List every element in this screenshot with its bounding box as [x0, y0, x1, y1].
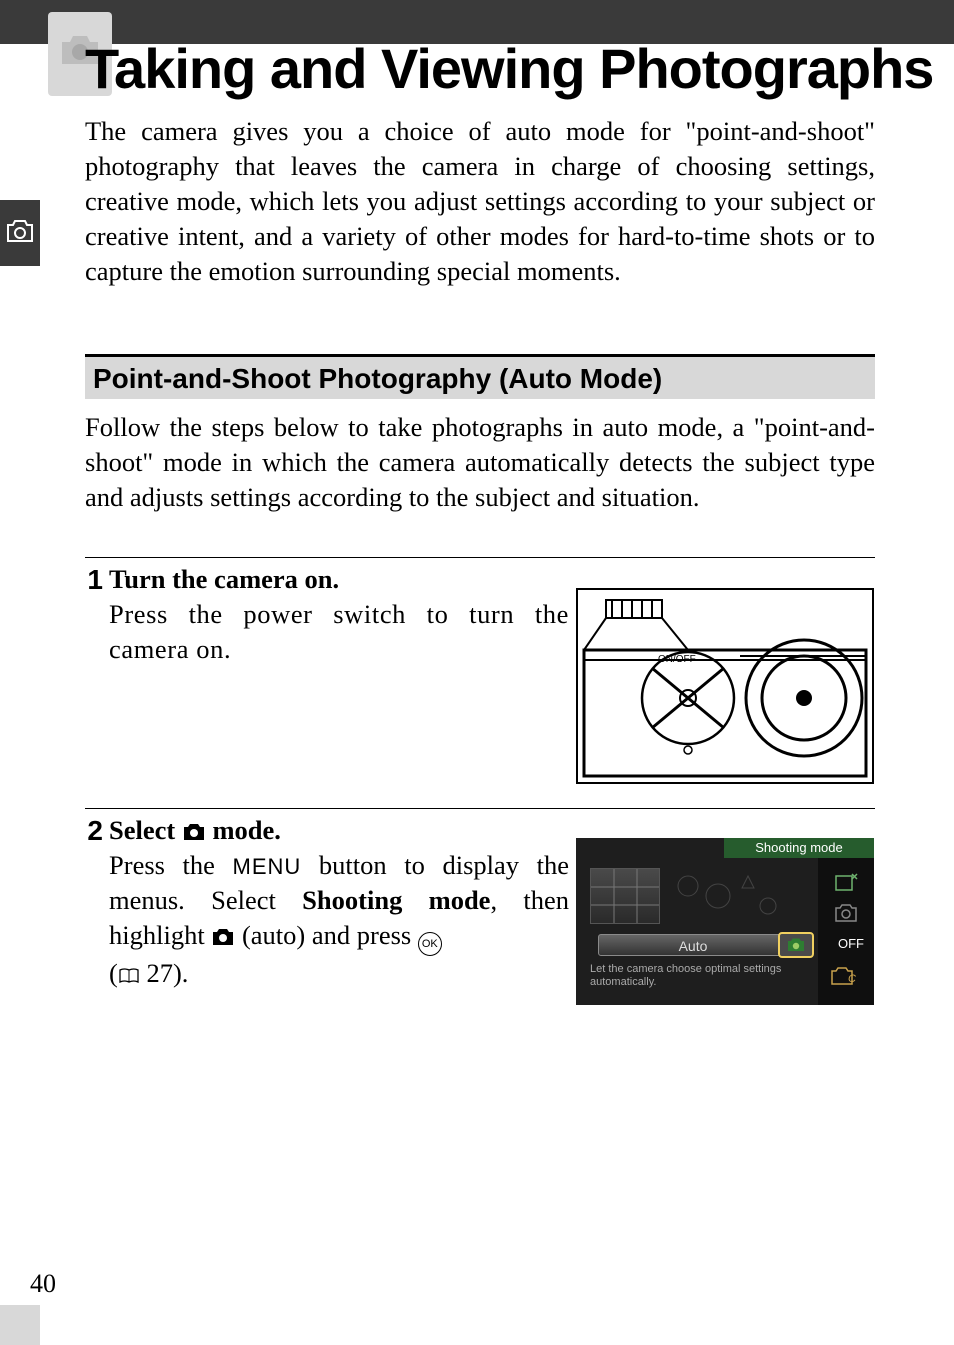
ok-icon: OK — [418, 932, 442, 956]
camera-icon — [182, 818, 206, 838]
section-heading: Point-and-Shoot Photography (Auto Mode) — [85, 354, 875, 399]
bottom-tab — [0, 1305, 40, 1345]
figure-power-switch: ON/OFF — [576, 588, 874, 784]
camera-icon — [211, 921, 235, 941]
menu-item-auto: Auto — [598, 934, 788, 956]
chapter-intro: The camera gives you a choice of auto mo… — [85, 114, 875, 289]
menu-selected-icon — [778, 932, 814, 958]
background-pattern — [668, 866, 798, 926]
menu-header: Shooting mode — [724, 838, 874, 858]
preview-thumb — [590, 868, 660, 924]
camera-icon — [6, 219, 34, 248]
step-body: Press the power switch to turn the camer… — [109, 597, 569, 667]
menu-description: Let the camera choose optimal settings a… — [590, 963, 800, 988]
step-number: 1 — [85, 566, 103, 594]
step-title: Turn the camera on. — [109, 564, 339, 595]
camera-icon — [834, 903, 858, 928]
step-title: Select mode. — [109, 815, 281, 846]
step-body: Press the MENU button to display the men… — [109, 848, 569, 991]
page-number: 40 — [30, 1269, 56, 1299]
book-icon — [118, 958, 140, 974]
advanced-mode-icon — [834, 872, 858, 899]
off-label: OFF — [838, 936, 864, 951]
chapter-title: Taking and Viewing Photographs — [85, 36, 933, 101]
on-off-label: ON/OFF — [658, 654, 696, 665]
menu-label: MENU — [233, 854, 302, 879]
step-number: 2 — [85, 817, 103, 845]
section-intro: Follow the steps below to take photograp… — [85, 410, 875, 515]
creative-mode-icon: C — [830, 966, 858, 991]
side-tab — [0, 200, 40, 266]
figure-shooting-mode-menu: Shooting mode Auto OFF Let the camera ch… — [576, 838, 874, 1005]
svg-text:C: C — [848, 973, 856, 985]
